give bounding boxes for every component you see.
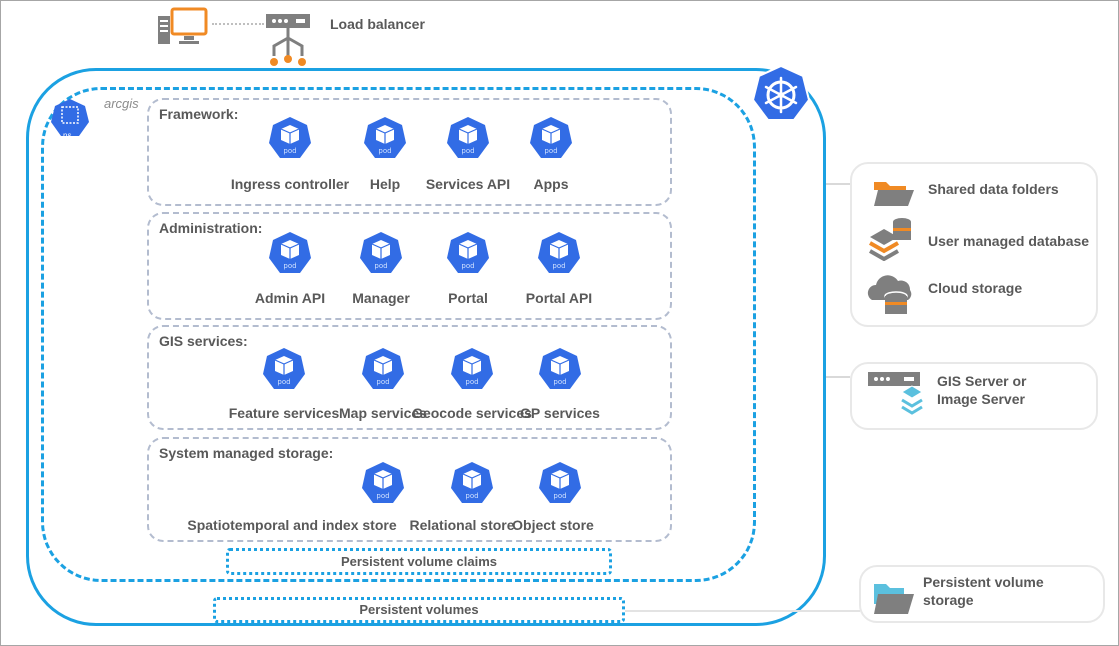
gis-server-label-line1: GIS Server or — [937, 373, 1027, 389]
server-connector — [826, 376, 850, 378]
pod-icon: pod — [539, 348, 581, 389]
pod-icon: pod — [530, 117, 572, 158]
svg-text:pod: pod — [374, 262, 387, 270]
pod-label: Help — [369, 176, 401, 192]
user-managed-database-icon — [869, 218, 911, 261]
pv-storage-connector — [625, 610, 860, 612]
pod-label: Manager — [352, 290, 410, 306]
svg-text:pod: pod — [378, 147, 391, 155]
persistent-volume-folder-icon — [874, 584, 914, 614]
svg-text:pod: pod — [461, 262, 474, 270]
pod-icon: pod — [539, 462, 581, 503]
pod-icon: pod — [269, 232, 311, 273]
pod-icon: pod — [362, 348, 404, 389]
svg-text:pod: pod — [461, 147, 474, 155]
svg-text:pod: pod — [553, 378, 566, 386]
pod-icon: pod — [451, 348, 493, 389]
load-balancer-label: Load balancer — [330, 16, 425, 32]
client-computer-icon — [158, 7, 208, 44]
pod-label: Spatiotemporal and index store — [187, 517, 397, 533]
pod-icon: pod — [269, 117, 311, 158]
svg-text:pod: pod — [283, 262, 296, 270]
svg-text:pod: pod — [283, 147, 296, 155]
client-connector — [212, 23, 264, 25]
group-title: System managed storage: — [159, 445, 334, 461]
svg-text:pod: pod — [553, 492, 566, 500]
storage-item-cloud-storage: Cloud storage — [928, 280, 1023, 296]
group-framework: Framework: — [147, 98, 672, 206]
pod-label: GP services — [520, 405, 600, 421]
pod-icon: pod — [451, 462, 493, 503]
cloud-storage-icon — [867, 275, 912, 314]
group-title: Administration: — [159, 220, 263, 236]
namespace-label: arcgis — [104, 96, 139, 111]
kubernetes-helm-icon — [751, 64, 811, 121]
group-title: Framework: — [159, 106, 239, 122]
svg-text:pod: pod — [552, 262, 565, 270]
storage-item-user-managed-database: User managed database — [928, 233, 1090, 249]
storage-item-shared-data-folders: Shared data folders — [928, 181, 1059, 197]
pod-label: Object store — [512, 517, 594, 533]
svg-text:pod: pod — [544, 147, 557, 155]
group-title: GIS services: — [159, 333, 248, 349]
pod-label: Geocode services — [412, 405, 532, 421]
pod-label: Feature services — [228, 405, 340, 421]
pod-label: Services API — [425, 176, 511, 192]
pod-label: Ingress controller — [230, 176, 350, 192]
persistent-volumes-label: Persistent volumes — [359, 602, 479, 617]
svg-text:pod: pod — [465, 378, 478, 386]
pod-icon: pod — [263, 348, 305, 389]
namespace-icon-text: ns — [63, 131, 72, 140]
pod-icon: pod — [362, 462, 404, 503]
pod-label: Relational store — [409, 517, 515, 533]
pod-label: Portal — [448, 290, 488, 306]
gis-server-icon — [868, 372, 923, 415]
persistent-volume-claims-box: Persistent volume claims — [226, 548, 612, 575]
pod-label: Admin API — [254, 290, 326, 306]
pod-label: Portal API — [525, 290, 593, 306]
load-balancer-icon — [266, 14, 310, 66]
pv-storage-label-line1: Persistent volume — [923, 574, 1044, 590]
persistent-volume-claims-label: Persistent volume claims — [340, 554, 498, 569]
pod-icon: pod — [360, 232, 402, 273]
svg-text:pod: pod — [376, 378, 389, 386]
pod-icon: pod — [538, 232, 580, 273]
shared-folder-icon — [874, 182, 914, 206]
gis-server-label-line2: Image Server — [937, 391, 1025, 407]
svg-text:pod: pod — [465, 492, 478, 500]
pod-icon: pod — [447, 117, 489, 158]
pod-icon: pod — [447, 232, 489, 273]
svg-text:pod: pod — [277, 378, 290, 386]
storage-connector — [826, 183, 850, 185]
pod-label: Apps — [533, 176, 569, 192]
pod-icon: pod — [364, 117, 406, 158]
persistent-volumes-box: Persistent volumes — [213, 597, 625, 623]
svg-text:pod: pod — [376, 492, 389, 500]
pv-storage-label-line2: storage — [923, 592, 974, 608]
